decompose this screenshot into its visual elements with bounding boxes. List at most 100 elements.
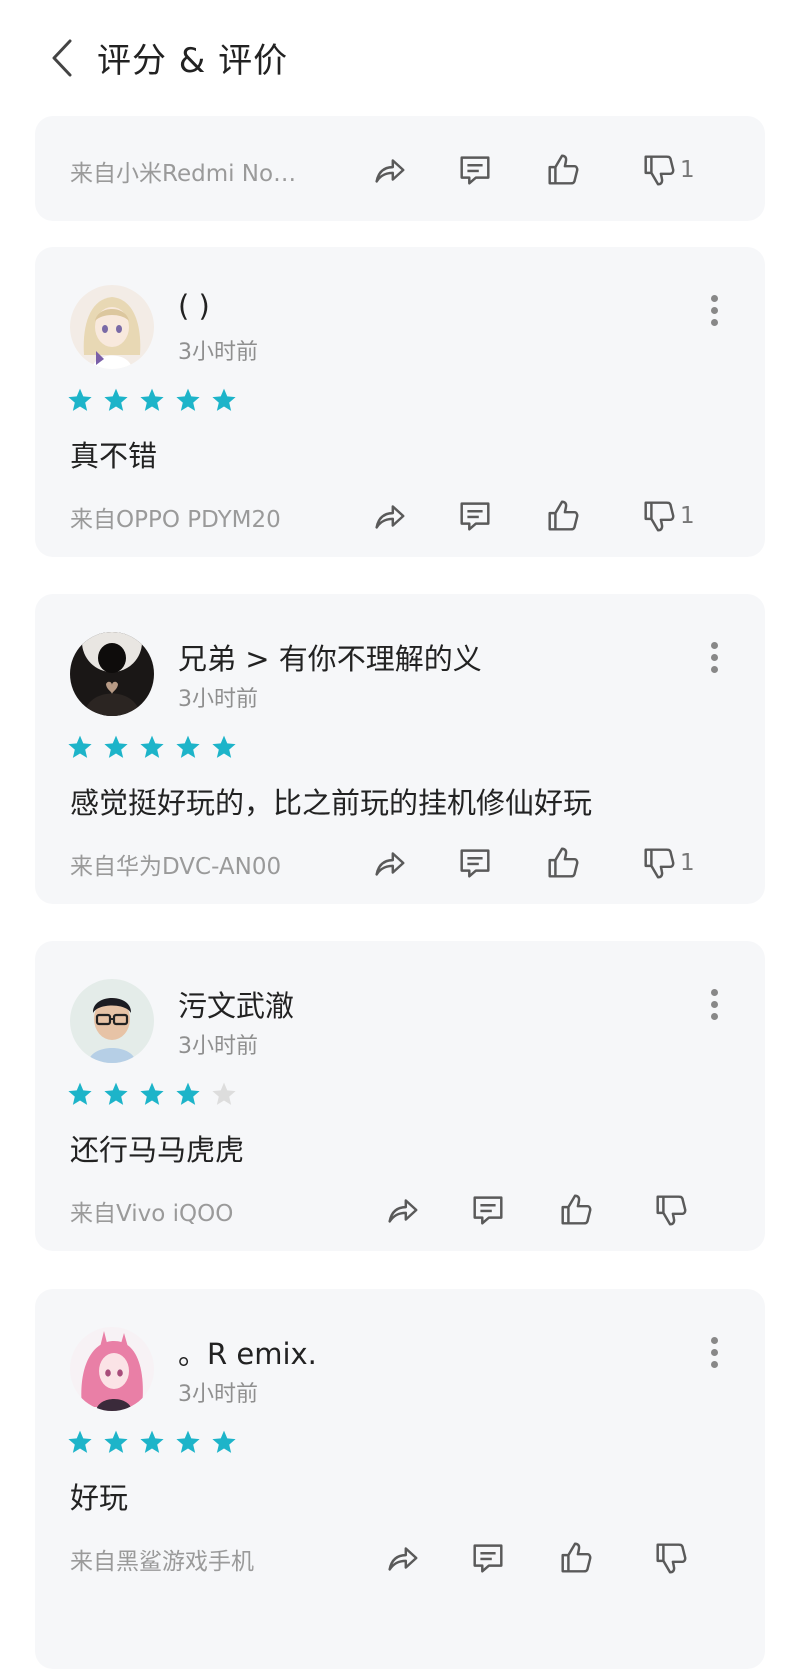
review-footer: 来自小米Redmi No… 1: [70, 150, 730, 190]
comment-icon: [469, 1191, 507, 1229]
more-options-icon[interactable]: [711, 989, 719, 1020]
review-card-partial: 来自小米Redmi No… 1: [35, 116, 765, 221]
device-label: 来自华为DVC-AN00: [70, 854, 282, 880]
review-text: 真不错: [70, 439, 158, 473]
page-title: 评分 & 评价: [97, 41, 289, 81]
star-filled-icon: [139, 1081, 165, 1107]
review-time: 3小时前: [178, 1382, 258, 1407]
like-button[interactable]: [544, 150, 582, 190]
star-filled-icon: [67, 1081, 93, 1107]
thumbs-up-icon: [544, 151, 582, 189]
share-button[interactable]: [370, 150, 408, 190]
star-filled-icon: [175, 1081, 201, 1107]
thumbs-down-icon: [640, 844, 678, 882]
user-name: 。R emix.: [178, 1337, 317, 1371]
dislike-count: 1: [680, 850, 695, 876]
star-filled-icon: [175, 1429, 201, 1455]
review-footer: 来自黑鲨游戏手机: [70, 1538, 730, 1578]
star-filled-icon: [67, 387, 93, 413]
review-text: 感觉挺好玩的，比之前玩的挂机修仙好玩: [70, 786, 593, 820]
review-time: 3小时前: [178, 687, 258, 712]
share-icon: [370, 497, 408, 535]
thumbs-up-icon: [544, 497, 582, 535]
more-options-icon[interactable]: [711, 1337, 719, 1368]
like-button[interactable]: [557, 1538, 595, 1578]
star-filled-icon: [211, 734, 237, 760]
dislike-count: 1: [680, 157, 695, 183]
review-card: ( ) 3小时前 真不错 来自OPPO PDYM20 1: [35, 247, 765, 557]
dislike-button[interactable]: [652, 1190, 692, 1230]
back-arrow-icon[interactable]: [46, 36, 80, 80]
star-filled-icon: [139, 387, 165, 413]
share-icon: [370, 151, 408, 189]
comment-icon: [456, 497, 494, 535]
share-button[interactable]: [383, 1190, 421, 1230]
review-footer: 来自Vivo iQOO: [70, 1190, 730, 1230]
comment-button[interactable]: [456, 843, 494, 883]
thumbs-up-icon: [544, 844, 582, 882]
share-button[interactable]: [383, 1538, 421, 1578]
star-filled-icon: [211, 387, 237, 413]
review-card: 兄弟 > 有你不理解的义 3小时前 感觉挺好玩的，比之前玩的挂机修仙好玩 来自华…: [35, 594, 765, 904]
device-label: 来自小米Redmi No…: [70, 161, 297, 187]
thumbs-down-icon: [640, 497, 678, 535]
comment-button[interactable]: [469, 1190, 507, 1230]
review-footer: 来自华为DVC-AN00 1: [70, 843, 730, 883]
thumbs-up-icon: [557, 1539, 595, 1577]
star-filled-icon: [175, 387, 201, 413]
user-name: ( ): [178, 289, 210, 323]
more-options-icon[interactable]: [711, 642, 719, 673]
comment-icon: [456, 844, 494, 882]
star-filled-icon: [103, 1081, 129, 1107]
header-bar: 评分 & 评价: [0, 0, 800, 112]
star-filled-icon: [175, 734, 201, 760]
star-rating: [67, 734, 247, 760]
comment-button[interactable]: [469, 1538, 507, 1578]
more-options-icon[interactable]: [711, 295, 719, 326]
comment-icon: [456, 151, 494, 189]
device-label: 来自OPPO PDYM20: [70, 507, 281, 533]
star-rating: [67, 1429, 247, 1455]
dislike-button[interactable]: 1: [640, 496, 695, 536]
dislike-button[interactable]: [652, 1538, 692, 1578]
dislike-button[interactable]: 1: [640, 843, 695, 883]
like-button[interactable]: [544, 496, 582, 536]
avatar[interactable]: [70, 632, 154, 716]
thumbs-down-icon: [652, 1191, 690, 1229]
comment-button[interactable]: [456, 150, 494, 190]
share-icon: [370, 844, 408, 882]
avatar[interactable]: [70, 1327, 154, 1411]
star-filled-icon: [103, 734, 129, 760]
thumbs-down-icon: [652, 1539, 690, 1577]
avatar[interactable]: [70, 979, 154, 1063]
like-button[interactable]: [557, 1190, 595, 1230]
review-footer: 来自OPPO PDYM20 1: [70, 496, 730, 536]
device-label: 来自Vivo iQOO: [70, 1201, 234, 1227]
review-time: 3小时前: [178, 1034, 258, 1059]
star-rating: [67, 1081, 247, 1107]
share-button[interactable]: [370, 843, 408, 883]
avatar[interactable]: [70, 285, 154, 369]
star-empty-icon: [211, 1081, 237, 1107]
star-filled-icon: [67, 734, 93, 760]
like-button[interactable]: [544, 843, 582, 883]
review-card: 污文武澈 3小时前 还行马马虎虎 来自Vivo iQOO: [35, 941, 765, 1251]
share-button[interactable]: [370, 496, 408, 536]
review-text: 还行马马虎虎: [70, 1133, 245, 1167]
user-name: 兄弟 > 有你不理解的义: [178, 642, 482, 676]
star-filled-icon: [211, 1429, 237, 1455]
dislike-count: 1: [680, 503, 695, 529]
review-text: 好玩: [70, 1481, 129, 1515]
share-icon: [383, 1539, 421, 1577]
star-filled-icon: [103, 387, 129, 413]
device-label: 来自黑鲨游戏手机: [70, 1549, 254, 1575]
star-filled-icon: [139, 1429, 165, 1455]
star-filled-icon: [103, 1429, 129, 1455]
star-filled-icon: [139, 734, 165, 760]
share-icon: [383, 1191, 421, 1229]
user-name: 污文武澈: [178, 989, 295, 1023]
thumbs-down-icon: [640, 151, 678, 189]
comment-button[interactable]: [456, 496, 494, 536]
dislike-button[interactable]: 1: [640, 150, 695, 190]
review-card: 。R emix. 3小时前 好玩 来自黑鲨游戏手机: [35, 1289, 765, 1669]
